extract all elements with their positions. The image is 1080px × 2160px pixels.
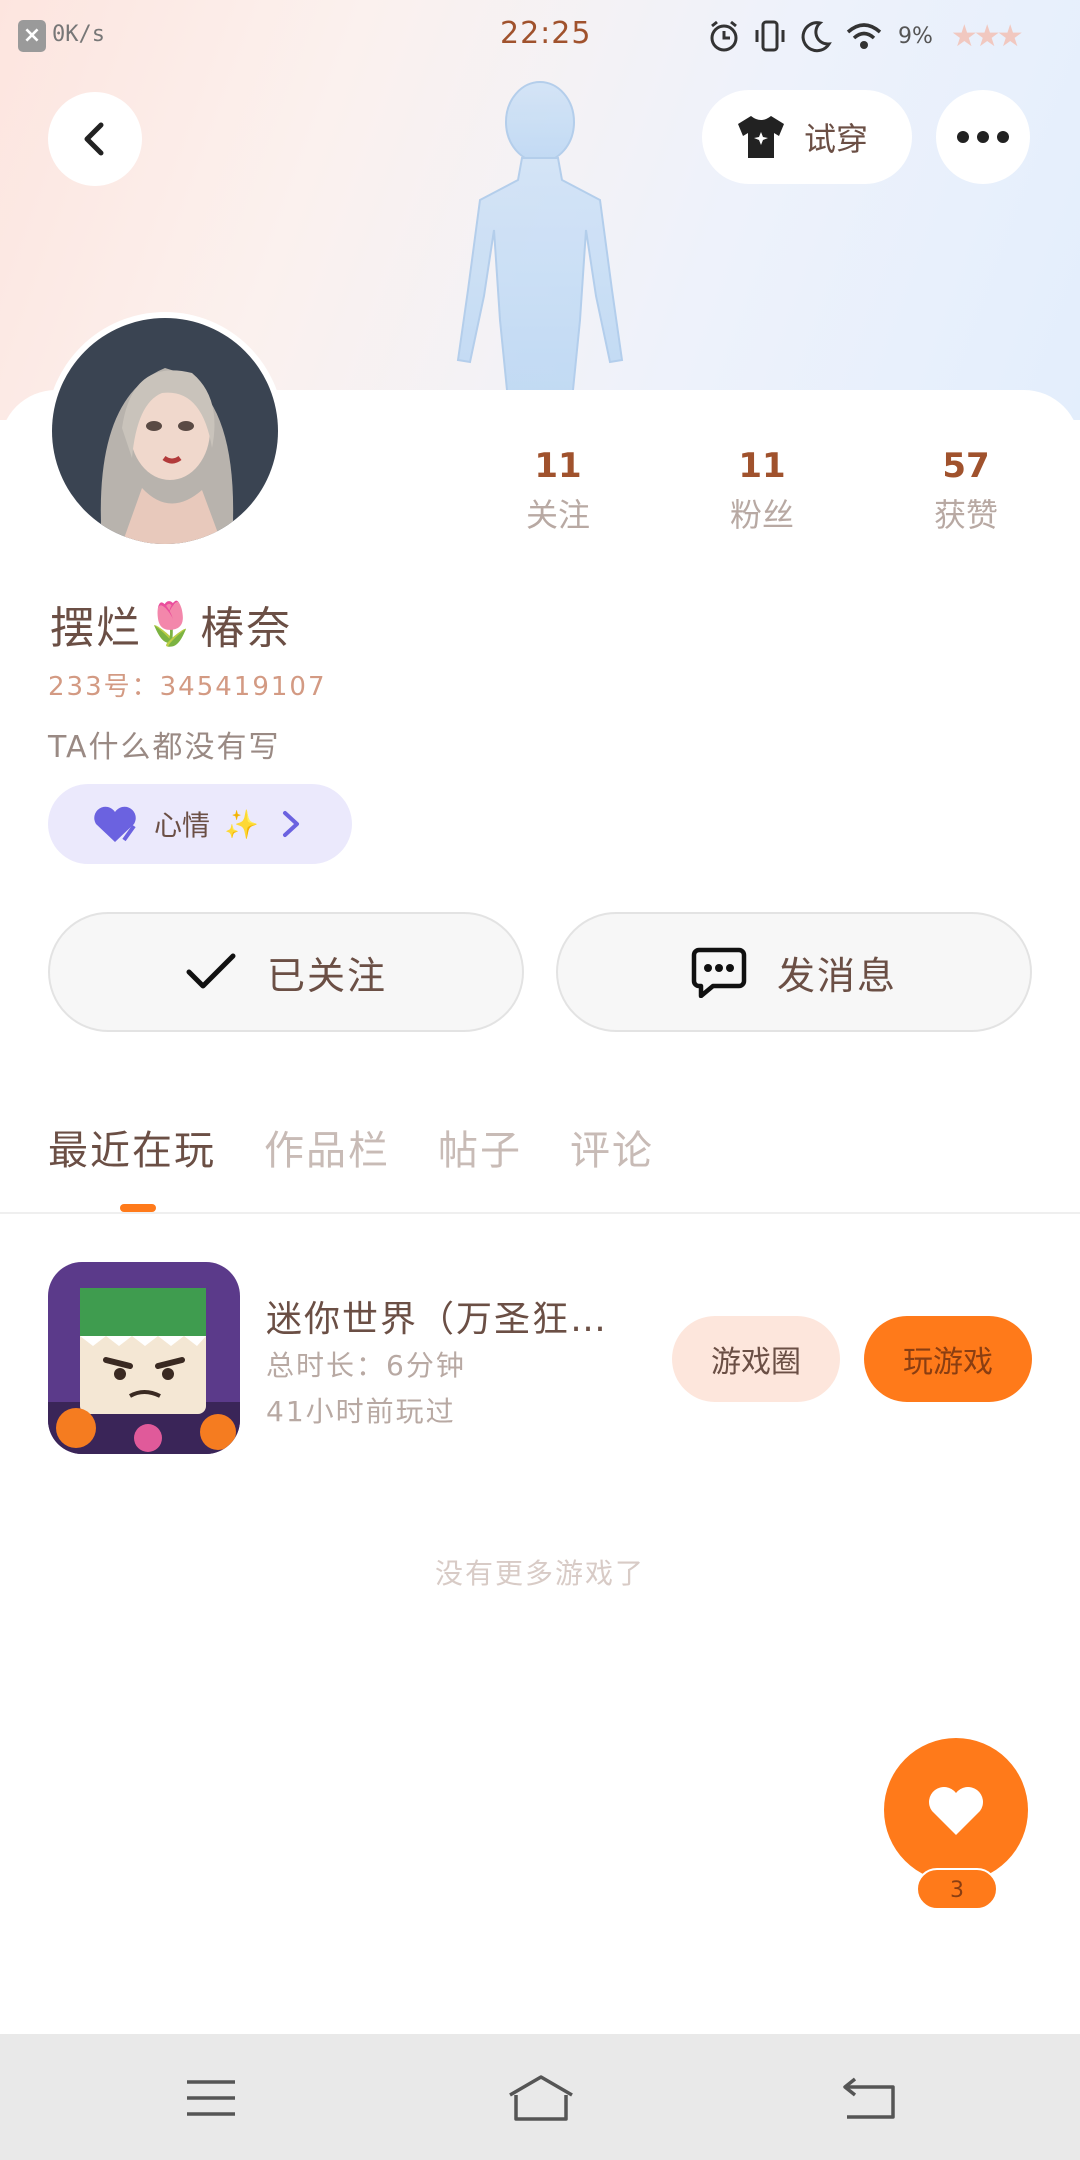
like-button[interactable]	[884, 1738, 1028, 1882]
vibrate-icon	[755, 20, 785, 52]
follow-button[interactable]: 已关注	[48, 912, 524, 1032]
avatar-figure-silhouette	[456, 81, 624, 400]
back-button[interactable]	[48, 92, 142, 186]
game-icon[interactable]	[48, 1262, 240, 1454]
likes-label: 获赞	[933, 496, 998, 534]
home-icon	[509, 2075, 573, 2121]
follow-label: 已关注	[266, 953, 387, 998]
return-button[interactable]	[834, 2070, 904, 2126]
check-icon	[186, 953, 236, 989]
return-icon	[843, 2077, 895, 2119]
shirt-icon	[738, 116, 784, 158]
tab-works[interactable]: 作品栏	[264, 1118, 390, 1176]
moon-icon	[801, 21, 832, 53]
more-icon	[957, 131, 1009, 143]
heart-icon	[94, 806, 136, 842]
system-navigation-bar	[0, 2034, 1080, 2160]
send-message-label: 发消息	[776, 953, 897, 998]
chevron-right-icon	[282, 811, 299, 837]
like-count-badge: 3	[916, 1868, 998, 1910]
more-options-button[interactable]	[936, 90, 1030, 184]
battery-level: 9%	[898, 23, 933, 49]
send-message-button[interactable]: 发消息	[556, 912, 1032, 1032]
tab-comments[interactable]: 评论	[570, 1118, 654, 1176]
mood-label: 心情	[154, 809, 211, 842]
try-on-label: 试穿	[804, 120, 869, 158]
chat-icon	[691, 947, 747, 998]
user-id: 233号：345419107	[48, 672, 327, 702]
game-total-duration: 总时长：6分钟	[266, 1349, 466, 1382]
tulip-emoji: 🌷	[144, 599, 199, 648]
username-part1: 摆烂	[50, 603, 142, 654]
try-on-button[interactable]: 试穿	[702, 90, 912, 184]
decor-stars: ★★★	[950, 18, 1024, 54]
following-count: 11	[534, 446, 582, 486]
menu-button[interactable]	[176, 2070, 246, 2126]
stat-likes[interactable]: 57 获赞	[886, 440, 1046, 538]
play-game-button[interactable]: 玩游戏	[864, 1316, 1032, 1402]
tab-recently-played[interactable]: 最近在玩	[48, 1118, 216, 1176]
heart-icon	[929, 1787, 983, 1835]
status-bar: × 0K/s 22:25 9% ★★★	[0, 0, 1080, 72]
clock: 22:25	[500, 16, 592, 51]
active-tab-indicator	[120, 1204, 156, 1212]
following-label: 关注	[525, 496, 590, 534]
stat-followers[interactable]: 11 粉丝	[682, 440, 842, 538]
followers-label: 粉丝	[729, 496, 794, 534]
stat-following[interactable]: 11 关注	[478, 440, 638, 538]
tab-posts[interactable]: 帖子	[438, 1118, 522, 1176]
username-part2: 椿奈	[200, 603, 293, 654]
username: 摆烂 🌷 椿奈	[50, 592, 292, 656]
status-icons: 9% ★★★	[706, 14, 1024, 58]
tabs-divider	[0, 1212, 1080, 1214]
mood-button[interactable]: 心情 ✨	[48, 784, 352, 864]
list-end-text: 没有更多游戏了	[434, 1557, 645, 1590]
user-bio: TA什么都没有写	[48, 730, 281, 765]
likes-count: 57	[942, 446, 990, 486]
back-icon	[84, 122, 104, 156]
profile-tabs: 最近在玩 作品栏 帖子 评论	[48, 1118, 654, 1176]
game-title[interactable]: 迷你世界（万圣狂…	[266, 1290, 646, 1342]
alarm-icon	[710, 20, 738, 52]
game-icon-image	[48, 1262, 240, 1454]
user-avatar[interactable]	[46, 312, 284, 550]
followers-count: 11	[738, 446, 786, 486]
sparkle-emoji: ✨	[224, 807, 259, 841]
wifi-icon	[846, 23, 882, 49]
network-speed: 0K/s	[52, 22, 105, 47]
game-last-played: 41小时前玩过	[266, 1395, 456, 1428]
home-button[interactable]	[506, 2070, 576, 2126]
close-notification-icon: ×	[18, 20, 46, 52]
avatar-image	[52, 318, 278, 544]
menu-icon	[187, 2080, 235, 2116]
game-circle-button[interactable]: 游戏圈	[672, 1316, 840, 1402]
